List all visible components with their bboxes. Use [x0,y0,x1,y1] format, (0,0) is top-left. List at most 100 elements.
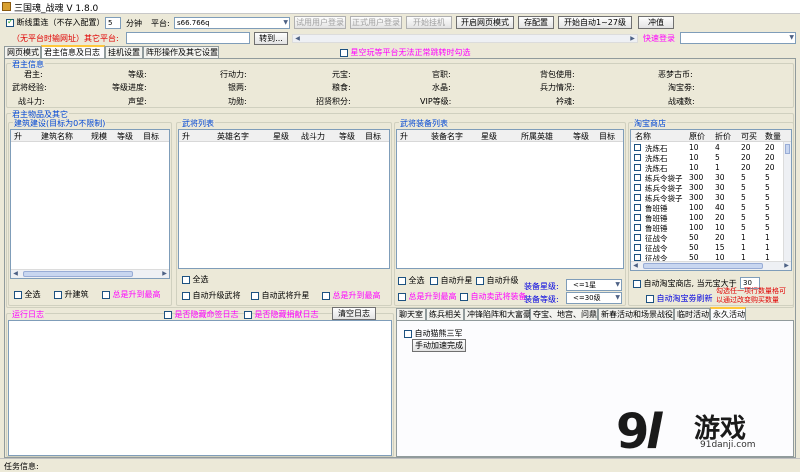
row-checkbox[interactable] [634,184,641,191]
generals-auto-upgrade-checkbox[interactable] [182,291,190,300]
recharge-button[interactable]: 冲值 [638,16,674,29]
equipment-grid[interactable]: 升 装备名字 星级 所属英雄 等级 目标 [396,129,624,269]
minutes-input[interactable]: 5 [105,17,121,29]
tab-lord-info[interactable]: 君主信息及日志 [41,45,105,58]
log-textarea[interactable] [8,320,392,456]
building-upgrade-checkbox[interactable] [54,290,62,299]
equip-select-all-wrap[interactable]: 全选 [398,275,425,286]
equip-auto-level-wrap[interactable]: 自动升级 [476,275,519,286]
equip-always-max-checkbox[interactable] [398,292,406,301]
building-always-max-checkbox[interactable] [102,290,110,299]
hide-donate-wrap[interactable]: 是否隐藏捐献日志 [244,309,319,320]
tab-training[interactable]: 练兵相关 [426,308,464,320]
row-checkbox[interactable] [634,244,641,251]
table-row[interactable]: 洗炼石 10 5 20 20 [631,153,781,163]
official-login-button[interactable]: 正式用户登录 [350,16,402,29]
equip-auto-sell-checkbox[interactable] [460,292,468,301]
shop-vscroll[interactable] [783,142,791,261]
generals-select-all-checkbox[interactable] [182,275,190,284]
table-row[interactable]: 练兵令袋子 300 30 5 5 [631,193,781,203]
equip-select-all-checkbox[interactable] [398,276,406,285]
scroll-thumb[interactable] [23,271,133,277]
building-upgrade-wrap[interactable]: 升建筑 [54,289,89,300]
clear-log-button[interactable]: 清空日志 [332,307,376,320]
row-checkbox[interactable] [634,234,641,241]
row-checkbox[interactable] [634,204,641,211]
tab-permanent-event[interactable]: 永久活动 [710,307,746,320]
row-checkbox[interactable] [634,194,641,201]
hide-sign-checkbox[interactable] [164,310,172,319]
top-hscrollbar[interactable]: ◀ ▶ [292,34,638,43]
auto-bear-wrap[interactable]: 自动猫熊三军 [404,328,463,339]
scroll-left-icon[interactable]: ◀ [631,262,640,270]
quick-login-select[interactable]: ▼ [680,32,796,44]
building-grid[interactable]: 升 建筑名称 规模 等级 目标 ◀ ▶ [10,129,170,279]
equip-star-select[interactable]: <=1星 [566,279,622,291]
building-always-max-wrap[interactable]: 总是升到最高 [102,289,161,300]
shop-hscroll[interactable]: ◀ ▶ [631,261,791,270]
tab-formation-settings[interactable]: 阵形操作及其它设置 [143,46,219,58]
reconnect-checkbox-wrap[interactable]: 断线重连（不存入配置） [6,17,105,28]
generals-grid[interactable]: 升 英雄名字 星级 战斗力 等级 目标 [178,129,390,269]
auto-shop-checkbox[interactable] [633,279,641,288]
equip-auto-sell-wrap[interactable]: 自动卖武将装备 [460,291,527,302]
equip-always-max-wrap[interactable]: 总是升到最高 [398,291,457,302]
table-row[interactable]: 征战令 50 20 1 1 [631,233,781,243]
try-login-button[interactable]: 试用用户登录 [294,16,346,29]
other-platform-input[interactable] [126,32,250,44]
tab-spring-event[interactable]: 新春活动和场景战役 [598,308,674,320]
tab-charge-rich[interactable]: 冲锋陷阵和大富豪 [464,308,531,320]
start-hang-button[interactable]: 开始挂机 [406,16,452,29]
manual-speed-button[interactable]: 手动加速完成 [412,339,466,352]
table-row[interactable]: 洗炼石 10 1 20 20 [631,163,781,173]
generals-always-max-checkbox[interactable] [322,291,330,300]
tab-treasure-palace[interactable]: 夺宝、地宫、问鼎 [530,308,598,320]
open-web-mode-button[interactable]: 开启网页模式 [456,16,514,29]
save-config-button[interactable]: 存配置 [518,16,554,29]
xingkong-checkbox-wrap[interactable]: 星空玩等平台无法正常跳转时勾选 [340,47,471,58]
table-row[interactable]: 洗炼石 10 4 20 20 [631,143,781,153]
hide-sign-wrap[interactable]: 是否隐藏命签日志 [164,309,239,320]
row-checkbox[interactable] [634,224,641,231]
table-row[interactable]: 鲁班锤 100 20 5 5 [631,213,781,223]
generals-auto-upgrade-wrap[interactable]: 自动升级武将 [182,290,241,301]
row-checkbox[interactable] [634,154,641,161]
equip-auto-star-wrap[interactable]: 自动升星 [430,275,473,286]
scroll-right-icon[interactable]: ▶ [782,262,791,270]
tab-hang-settings[interactable]: 挂机设置 [105,46,143,58]
generals-always-max-wrap[interactable]: 总是升到最高 [322,290,381,301]
table-row[interactable]: 鲁班锤 100 40 5 5 [631,203,781,213]
building-select-all-checkbox[interactable] [14,290,22,299]
building-select-all-wrap[interactable]: 全选 [14,289,41,300]
auto-refresh-wrap[interactable]: 自动淘宝劵刷新 [646,293,713,304]
row-checkbox[interactable] [634,164,641,171]
row-checkbox[interactable] [634,254,641,261]
tab-chat[interactable]: 聊天室 [396,308,426,320]
scroll-right-icon[interactable]: ▶ [160,270,169,278]
row-checkbox[interactable] [634,214,641,221]
table-row[interactable]: 练兵令袋子 300 30 5 5 [631,183,781,193]
building-hscroll[interactable]: ◀ ▶ [11,269,169,278]
tab-web-mode[interactable]: 网页模式 [4,46,41,58]
table-row[interactable]: 征战令 50 15 1 1 [631,243,781,253]
tab-temp-event[interactable]: 临时活动 [674,308,710,320]
scroll-right-icon[interactable]: ▶ [628,35,637,43]
equip-auto-level-checkbox[interactable] [476,276,484,285]
generals-auto-star-wrap[interactable]: 自动武将升星 [251,290,310,301]
auto-refresh-checkbox[interactable] [646,294,654,303]
platform-select[interactable]: s66.766q ▼ [174,17,290,29]
xingkong-checkbox[interactable] [340,48,348,57]
goto-button[interactable]: 转到... [254,32,288,45]
generals-auto-star-checkbox[interactable] [251,291,259,300]
equip-auto-star-checkbox[interactable] [430,276,438,285]
row-checkbox[interactable] [634,174,641,181]
hide-donate-checkbox[interactable] [244,310,252,319]
reconnect-checkbox[interactable] [6,17,14,27]
scroll-thumb[interactable] [643,263,763,269]
scroll-thumb[interactable] [785,144,790,154]
auto-bear-checkbox[interactable] [404,329,412,338]
scroll-left-icon[interactable]: ◀ [293,35,302,43]
scroll-left-icon[interactable]: ◀ [11,270,20,278]
row-checkbox[interactable] [634,144,641,151]
table-row[interactable]: 练兵令袋子 300 30 5 5 [631,173,781,183]
